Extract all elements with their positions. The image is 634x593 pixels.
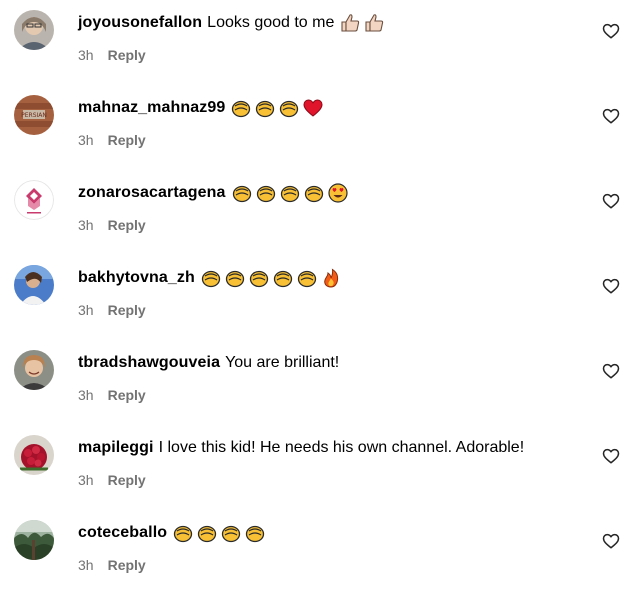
reply-button[interactable]: Reply (108, 471, 146, 489)
comment-meta: 3h Reply (78, 131, 146, 149)
fire-icon (320, 267, 342, 289)
comment-emojis (200, 267, 342, 289)
clapping-hands-icon (231, 182, 253, 204)
heart-outline-icon[interactable] (602, 22, 620, 40)
comment-item: zonarosacartagena 3h Reply (0, 170, 634, 255)
heart-outline-icon[interactable] (602, 447, 620, 465)
comment-time: 3h (78, 217, 94, 233)
heart-eyes-face-icon (327, 182, 349, 204)
comment-username[interactable]: zonarosacartagena (78, 182, 226, 204)
clapping-hands-icon (196, 522, 218, 544)
comment-time: 3h (78, 132, 94, 148)
reply-button[interactable]: Reply (108, 556, 146, 574)
comment-time: 3h (78, 472, 94, 488)
comment-line: coteceballo (78, 522, 266, 544)
clapping-hands-icon (254, 97, 276, 119)
clapping-hands-icon (248, 267, 270, 289)
clapping-hands-icon (255, 182, 277, 204)
comment-text: Looks good to me (207, 14, 335, 31)
clapping-hands-icon (278, 97, 300, 119)
heart-outline-icon[interactable] (602, 277, 620, 295)
comment-item: PERSIAN mahnaz_mahnaz99 3h Reply (0, 85, 634, 170)
reply-button[interactable]: Reply (108, 46, 146, 64)
avatar[interactable] (14, 10, 54, 50)
reply-button[interactable]: Reply (108, 301, 146, 319)
clapping-hands-icon (303, 182, 325, 204)
comment-meta: 3h Reply (78, 216, 146, 234)
comment-username[interactable]: mahnaz_mahnaz99 (78, 97, 225, 119)
comment-text: I love this kid! He needs his own channe… (158, 439, 525, 456)
comment-emojis (172, 522, 266, 544)
comment-list: joyousonefallon Looks good to me 3h Repl… (0, 0, 634, 593)
clapping-hands-icon (244, 522, 266, 544)
comment-emojis (339, 12, 385, 34)
comment-username[interactable]: mapileggi (78, 437, 154, 459)
comment-username[interactable]: coteceballo (78, 522, 167, 544)
comment-line: tbradshawgouveia You are brilliant! (78, 352, 339, 374)
avatar[interactable] (14, 435, 54, 475)
comment-meta: 3h Reply (78, 556, 146, 574)
comment-text: You are brilliant! (225, 354, 340, 371)
comment-meta: 3h Reply (78, 386, 146, 404)
comment-username[interactable]: bakhytovna_zh (78, 267, 195, 289)
comment-line: zonarosacartagena (78, 182, 349, 204)
heart-outline-icon[interactable] (602, 192, 620, 210)
comment-time: 3h (78, 387, 94, 403)
svg-text:PERSIAN: PERSIAN (21, 112, 47, 119)
comment-emojis (231, 182, 349, 204)
reply-button[interactable]: Reply (108, 131, 146, 149)
clapping-hands-icon (272, 267, 294, 289)
comment-meta: 3h Reply (78, 471, 146, 489)
avatar[interactable]: PERSIAN (14, 95, 54, 135)
clapping-hands-icon (172, 522, 194, 544)
heart-outline-icon[interactable] (602, 107, 620, 125)
clapping-hands-icon (230, 97, 252, 119)
comment-line: mapileggi I love this kid! He needs his … (78, 437, 524, 459)
avatar[interactable] (14, 350, 54, 390)
comment-item: bakhytovna_zh 3h Reply (0, 255, 634, 340)
heart-outline-icon[interactable] (602, 362, 620, 380)
clapping-hands-icon (224, 267, 246, 289)
avatar[interactable] (14, 265, 54, 305)
comment-meta: 3h Reply (78, 46, 146, 64)
comment-emojis (230, 97, 324, 119)
clapping-hands-icon (200, 267, 222, 289)
red-heart-icon (302, 97, 324, 119)
comment-item: mapileggi I love this kid! He needs his … (0, 425, 634, 510)
comment-username[interactable]: joyousonefallon (78, 12, 202, 34)
comment-meta: 3h Reply (78, 301, 146, 319)
comment-line: bakhytovna_zh (78, 267, 342, 289)
comment-time: 3h (78, 302, 94, 318)
comment-line: joyousonefallon Looks good to me (78, 12, 385, 34)
thumbs-up-icon (363, 12, 385, 34)
clapping-hands-icon (279, 182, 301, 204)
avatar[interactable] (14, 180, 54, 220)
clapping-hands-icon (296, 267, 318, 289)
comment-time: 3h (78, 47, 94, 63)
avatar[interactable] (14, 520, 54, 560)
heart-outline-icon[interactable] (602, 532, 620, 550)
comment-username[interactable]: tbradshawgouveia (78, 352, 220, 374)
comment-item: joyousonefallon Looks good to me 3h Repl… (0, 0, 634, 85)
thumbs-up-icon (339, 12, 361, 34)
clapping-hands-icon (220, 522, 242, 544)
comment-line: mahnaz_mahnaz99 (78, 97, 324, 119)
comment-time: 3h (78, 557, 94, 573)
comment-item: tbradshawgouveia You are brilliant! 3h R… (0, 340, 634, 425)
reply-button[interactable]: Reply (108, 386, 146, 404)
reply-button[interactable]: Reply (108, 216, 146, 234)
comment-item: coteceballo 3h Reply (0, 510, 634, 593)
